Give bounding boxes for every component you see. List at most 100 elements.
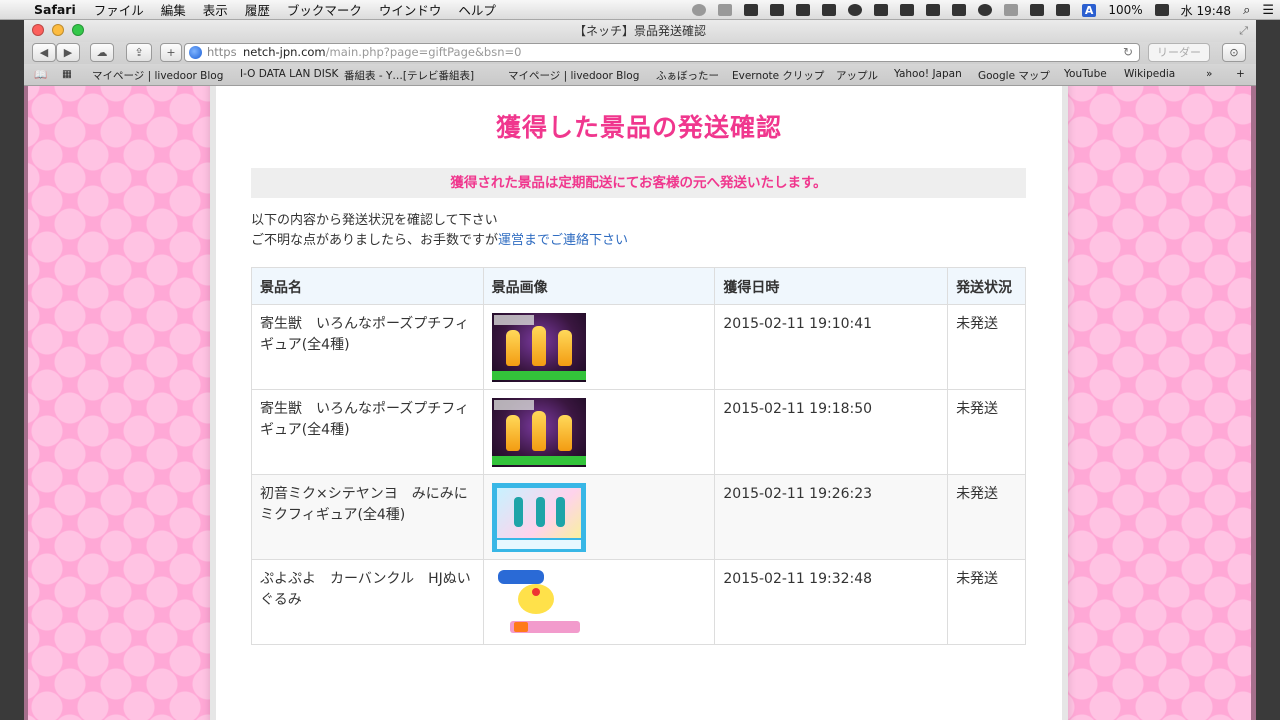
toggle-icon[interactable] — [847, 4, 862, 16]
speech-bubble-icon[interactable] — [873, 4, 888, 16]
notification-center-icon[interactable]: ☰ — [1262, 3, 1274, 18]
menu-help[interactable]: ヘルプ — [458, 0, 496, 19]
bookmark-item[interactable]: ふぁぼったー — [656, 68, 719, 83]
content-panel: 獲得した景品の発送確認 獲得された景品は定期配送にてお客様の元へ発送いたします。… — [216, 86, 1062, 720]
parasyte-figure-thumbnail — [491, 398, 586, 467]
header-prize-image: 景品画像 — [482, 267, 716, 305]
bookmark-item[interactable]: Wikipedia — [1124, 68, 1175, 80]
volume-icon[interactable] — [1055, 4, 1070, 16]
menu-bookmarks[interactable]: ブックマーク — [287, 0, 362, 19]
menu-file[interactable]: ファイル — [94, 0, 144, 19]
bookmark-item[interactable]: Yahoo! Japan — [894, 68, 962, 80]
shipping-status: 未発送 — [947, 389, 1026, 475]
menu-bar: Safari ファイル 編集 表示 履歴 ブックマーク ウインドウ ヘルプ A … — [0, 0, 1280, 20]
bluetooth-icon[interactable] — [1003, 4, 1018, 16]
shipping-status: 未発送 — [947, 304, 1026, 390]
prize-name: 寄生獣 いろんなポーズプチフィギュア(全4種) — [251, 389, 484, 475]
bookmark-item[interactable]: 番組表 - Y…[テレビ番組表] — [344, 68, 474, 83]
safari-window: 【ネッチ】景品発送確認 ⤢ ◀ ▶ ☁ ⇪ + https netch-jpn.… — [24, 20, 1256, 720]
acquired-date: 2015-02-11 19:10:41 — [714, 304, 949, 390]
bookmark-item[interactable]: YouTube — [1064, 68, 1107, 80]
k-app-icon[interactable] — [717, 4, 732, 16]
wifi-icon[interactable] — [1029, 4, 1044, 16]
menu-edit[interactable]: 編集 — [161, 0, 186, 19]
acquired-date: 2015-02-11 19:26:23 — [714, 474, 949, 560]
dropbox-icon[interactable] — [925, 4, 940, 16]
reader-button[interactable]: リーダー — [1148, 43, 1210, 62]
hat-icon[interactable] — [769, 4, 784, 16]
fullscreen-icon[interactable]: ⤢ — [1239, 20, 1248, 42]
parasyte-figure-thumbnail — [491, 313, 586, 382]
prize-image-cell — [482, 559, 716, 645]
acquired-date: 2015-02-11 19:32:48 — [714, 559, 949, 645]
prize-name: ぷよぷよ カーバンクル HJぬいぐるみ — [251, 559, 484, 645]
header-acquired-date: 獲得日時 — [714, 267, 949, 305]
header-shipping-status: 発送状況 — [947, 267, 1026, 305]
shipping-notice: 獲得された景品は定期配送にてお客様の元へ発送いたします。 — [251, 168, 1026, 198]
notification-bell-icon[interactable] — [691, 4, 706, 16]
scrollbar[interactable] — [1251, 86, 1256, 720]
close-window-button[interactable] — [32, 24, 44, 36]
url-scheme: https — [207, 45, 237, 59]
bookmark-item[interactable]: アップル — [836, 68, 878, 83]
new-tab-button[interactable]: + — [160, 43, 182, 62]
top-sites-icon[interactable]: ▦ — [62, 68, 72, 80]
instruction-prefix: ご不明な点がありましたら、お手数ですが — [251, 233, 499, 248]
input-method-icon[interactable]: A — [1081, 3, 1097, 17]
address-bar[interactable]: https netch-jpn.com/main.php?page=giftPa… — [184, 43, 1140, 62]
prize-image-cell — [482, 304, 716, 390]
contact-support-link[interactable]: 運営までご連絡下さい — [498, 233, 628, 248]
reading-list-icon[interactable]: 📖 — [34, 68, 47, 81]
menu-app-name[interactable]: Safari — [34, 2, 76, 17]
add-tab-icon[interactable]: + — [1236, 68, 1245, 80]
shipping-status: 未発送 — [947, 474, 1026, 560]
bookmark-item[interactable]: マイページ | livedoor Blog — [92, 68, 223, 83]
menubar-clock[interactable]: 水 19:48 — [1181, 2, 1231, 19]
battery-percent[interactable]: 100% — [1108, 3, 1142, 17]
puyo-plush-thumbnail — [491, 568, 586, 637]
web-content: 獲得した景品の発送確認 獲得された景品は定期配送にてお客様の元へ発送いたします。… — [24, 86, 1256, 720]
url-host: netch-jpn.com — [243, 45, 326, 59]
bookmark-item[interactable]: Evernote クリップ — [732, 68, 824, 83]
share-icon[interactable]: ⇪ — [126, 43, 152, 62]
bookmark-item[interactable]: マイページ | livedoor Blog — [508, 68, 639, 83]
shipping-status: 未発送 — [947, 559, 1026, 645]
site-globe-icon — [189, 46, 202, 59]
prize-name: 初音ミク×シテヤンヨ みにみにミクフィギュア(全4種) — [251, 474, 484, 560]
bookmarks-overflow-icon[interactable]: » — [1206, 68, 1212, 80]
evernote-icon[interactable] — [743, 4, 758, 16]
menu-view[interactable]: 表示 — [203, 0, 228, 19]
screen-capture-icon[interactable] — [821, 4, 836, 16]
back-button[interactable]: ◀ — [32, 43, 56, 62]
header-prize-name: 景品名 — [251, 267, 484, 305]
instruction-text-contact: ご不明な点がありましたら、お手数ですが運営までご連絡下さい — [251, 229, 628, 248]
url-path: /main.php?page=giftPage&bsn=0 — [325, 45, 522, 59]
table-header-row: 景品名 景品画像 獲得日時 発送状況 — [251, 267, 1026, 305]
spotlight-search-icon[interactable]: ⌕ — [1243, 3, 1250, 18]
menu-window[interactable]: ウインドウ — [379, 0, 442, 19]
acquired-date: 2015-02-11 19:18:50 — [714, 389, 949, 475]
battery-icon[interactable] — [1154, 4, 1169, 16]
downloads-icon[interactable]: ⊙ — [1222, 43, 1246, 62]
window-title: 【ネッチ】景品発送確認 — [573, 24, 706, 38]
bookmark-item[interactable]: I-O DATA LAN DISK — [240, 68, 338, 80]
zoom-window-button[interactable] — [72, 24, 84, 36]
window-titlebar: 【ネッチ】景品発送確認 ⤢ — [24, 20, 1256, 42]
page-title: 獲得した景品の発送確認 — [495, 113, 782, 142]
url-text: netch-jpn.com/main.php?page=giftPage&bsn… — [243, 44, 521, 61]
window-switch-icon[interactable] — [795, 4, 810, 16]
google-drive-icon[interactable] — [951, 4, 966, 16]
icloud-tabs-icon[interactable]: ☁ — [90, 43, 114, 62]
reload-icon[interactable]: ↻ — [1123, 44, 1133, 61]
left-edge — [24, 86, 28, 720]
time-machine-icon[interactable] — [977, 4, 992, 16]
minimize-window-button[interactable] — [52, 24, 64, 36]
bookmark-item[interactable]: Google マップ — [978, 68, 1050, 83]
instruction-text: 以下の内容から発送状況を確認して下さい — [251, 213, 498, 228]
table-row: ぷよぷよ カーバンクル HJぬいぐるみ 2015-02-11 19:32:48 — [251, 559, 1026, 645]
scissors-icon[interactable] — [899, 4, 914, 16]
table-row: 初音ミク×シテヤンヨ みにみにミクフィギュア(全4種) 2015-02-11 1… — [251, 474, 1026, 560]
forward-button[interactable]: ▶ — [56, 43, 80, 62]
menu-history[interactable]: 履歴 — [245, 0, 270, 19]
miku-figure-thumbnail — [491, 483, 586, 552]
